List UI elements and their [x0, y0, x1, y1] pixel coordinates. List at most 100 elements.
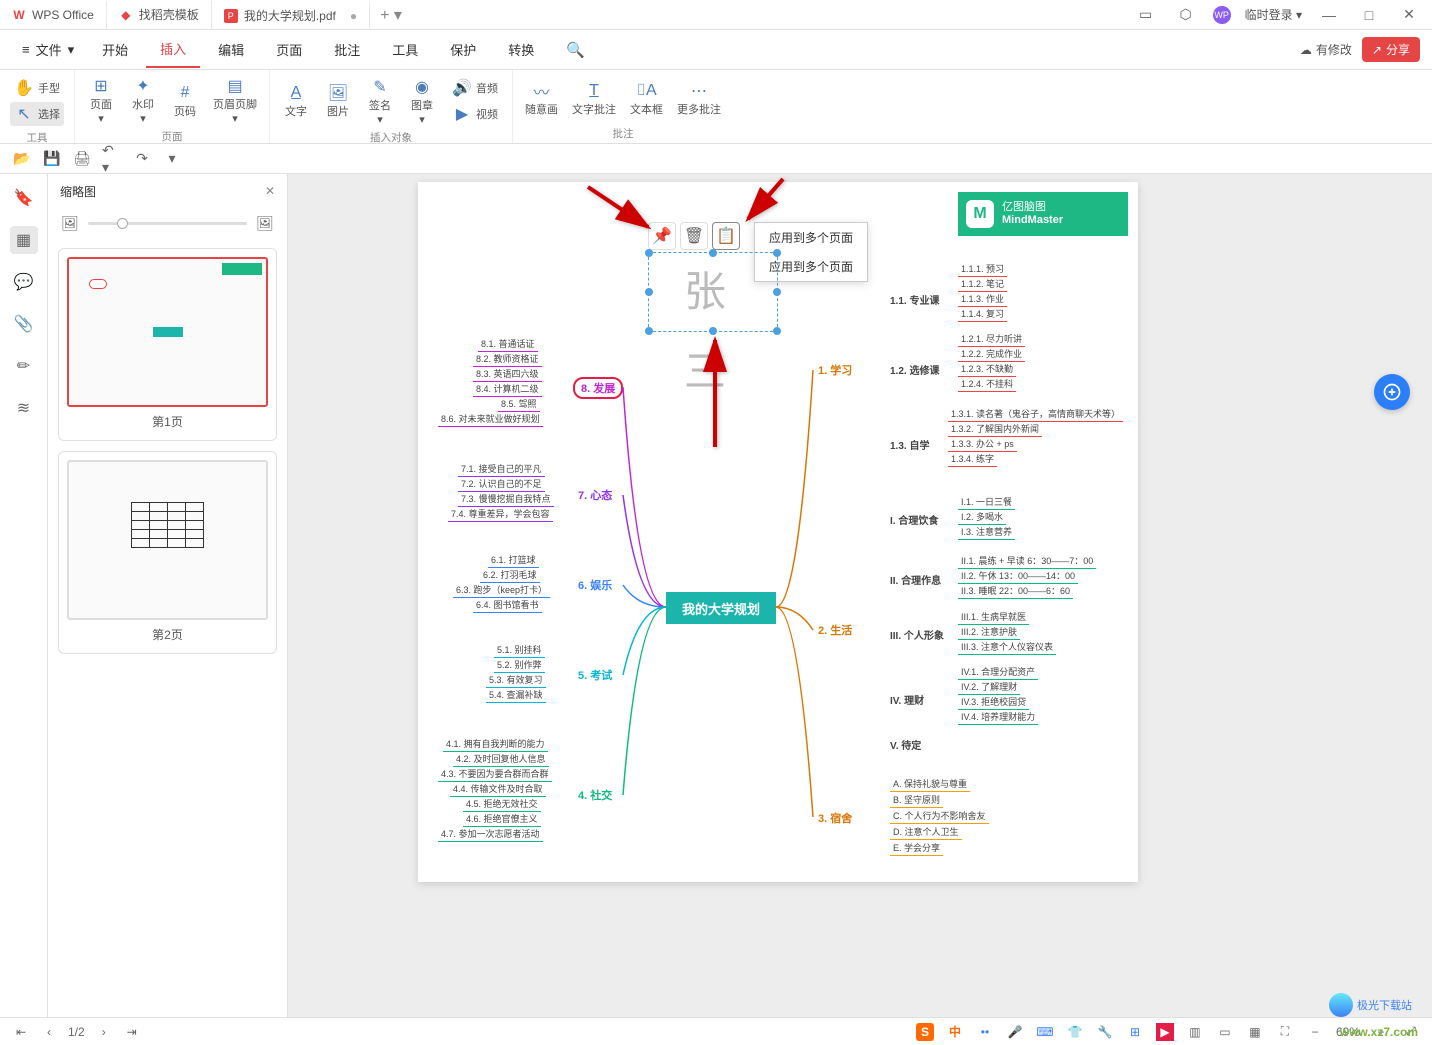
person-icon[interactable]: 👕 [1066, 1023, 1084, 1041]
text-button[interactable]: A̲文字 [276, 74, 316, 128]
tab-label: WPS Office [32, 8, 94, 22]
menu-tools[interactable]: 工具 [378, 32, 432, 67]
attachment-icon[interactable]: 📎 [10, 310, 38, 338]
redo-icon[interactable]: ↷ [132, 149, 152, 169]
signature-button[interactable]: ✎签名▾ [360, 74, 400, 128]
menu-protect[interactable]: 保护 [436, 32, 490, 67]
mic-icon[interactable]: 🎤 [1006, 1023, 1024, 1041]
group-label: 工具 [6, 128, 68, 145]
thumb-header: 缩略图 ✕ [48, 174, 287, 208]
ribbon-group-page: ⊞页面▾ ✦水印▾ #页码 ▤页眉页脚▾ 页面 [75, 70, 270, 143]
menu-insert[interactable]: 插入 [146, 31, 200, 68]
workspace: 🔖 ▦ 💬 📎 ✏ ≋ 缩略图 ✕ 🖼 🖼 第1页 [0, 174, 1432, 1017]
first-page-icon[interactable]: ⇤ [12, 1023, 30, 1041]
thumb-title: 缩略图 [60, 183, 96, 200]
login-text[interactable]: 临时登录 ▾ [1245, 6, 1302, 23]
close-icon[interactable]: ✕ [265, 184, 275, 198]
single-view-icon[interactable]: ▭ [1216, 1023, 1234, 1041]
tab-wps[interactable]: W WPS Office [0, 1, 107, 29]
stamp-button[interactable]: ◉图章▾ [402, 74, 442, 128]
leaf: I.2. 多喝水 [958, 510, 1006, 525]
sogou-icon[interactable]: S [916, 1023, 934, 1041]
textbox-button[interactable]: ⌷A文本框 [624, 74, 669, 124]
menu-convert[interactable]: 转换 [494, 32, 548, 67]
select-tool[interactable]: ↖选择 [10, 102, 64, 126]
cont-view-icon[interactable]: ▥ [1186, 1023, 1204, 1041]
layers-icon[interactable]: ≋ [10, 394, 38, 422]
fit-view-icon[interactable]: ⛶ [1276, 1023, 1294, 1041]
image-button[interactable]: 🖼图片 [318, 74, 358, 128]
menu-annotate[interactable]: 批注 [320, 32, 374, 67]
print-icon[interactable]: 🖨 [72, 149, 92, 169]
menu-page[interactable]: 页面 [262, 32, 316, 67]
grid-icon[interactable]: ⊞ [1126, 1023, 1144, 1041]
audio-button[interactable]: 🔊音频 [448, 76, 502, 100]
play-icon[interactable]: ▶ [1156, 1023, 1174, 1041]
hand-icon: ✋ [14, 78, 34, 98]
file-menu[interactable]: ≡ 文件 ▾ [12, 36, 84, 63]
has-changes[interactable]: ☁ 有修改 [1300, 41, 1352, 58]
menu-edit[interactable]: 编辑 [204, 32, 258, 67]
page-indicator[interactable]: 1/2 [68, 1025, 85, 1039]
two-view-icon[interactable]: ▦ [1246, 1023, 1264, 1041]
copy-icon[interactable]: 📋 [712, 222, 740, 250]
next-page-icon[interactable]: › [95, 1023, 113, 1041]
freedraw-button[interactable]: 〰随意画 [519, 74, 564, 124]
watermark-button[interactable]: ✦水印▾ [123, 74, 163, 127]
wps-icon: W [12, 8, 26, 22]
pagenum-button[interactable]: #页码 [165, 74, 205, 127]
signature-box[interactable]: 张 三 [648, 252, 778, 332]
thumb-page-1[interactable]: 第1页 [58, 248, 277, 441]
thumb-small-icon[interactable]: 🖼 [60, 213, 80, 233]
kbd-icon[interactable]: ⌨ [1036, 1023, 1054, 1041]
undo-icon[interactable]: ↶ ▾ [102, 149, 122, 169]
more-annot-button[interactable]: ⋯更多批注 [671, 74, 727, 124]
header-footer-button[interactable]: ▤页眉页脚▾ [207, 74, 263, 127]
canvas[interactable]: M 亿图脑图 MindMaster 📌 🗑 📋 应用到多个页面 应用到多个页面 [288, 174, 1432, 1017]
more-qbtn[interactable]: ▾ [162, 149, 182, 169]
cube-icon[interactable]: ⬡ [1173, 2, 1199, 28]
menu-start[interactable]: 开始 [88, 32, 142, 67]
avatar[interactable]: WP [1213, 6, 1231, 24]
last-page-icon[interactable]: ⇥ [123, 1023, 141, 1041]
tab-label: 找稻壳模板 [139, 6, 199, 23]
sub-rest: II. 合理作息 [890, 572, 941, 587]
close-button[interactable]: ✕ [1396, 2, 1422, 28]
thumb-zoom-slider[interactable] [88, 222, 247, 225]
leaf: 8.6. 对未来就业做好规划 [438, 412, 543, 427]
open-icon[interactable]: 📂 [12, 149, 32, 169]
tab-add-button[interactable]: + ▾ [370, 5, 412, 25]
trash-icon[interactable]: 🗑 [680, 222, 708, 250]
signature-icon: ✎ [370, 77, 390, 97]
float-action-button[interactable] [1374, 374, 1410, 410]
mindmap-center: 我的大学规划 [666, 592, 776, 624]
comment-icon[interactable]: 💬 [10, 268, 38, 296]
page-button[interactable]: ⊞页面▾ [81, 74, 121, 127]
tool-icon[interactable]: 🔧 [1096, 1023, 1114, 1041]
leaf: 8.4. 计算机二级 [473, 382, 542, 397]
search-button[interactable]: 🔍 [552, 33, 599, 67]
leaf: III.1. 生病早就医 [958, 610, 1029, 625]
thumb-zoom-controls: 🖼 🖼 [48, 208, 287, 238]
tab-document[interactable]: P 我的大学规划.pdf ● [212, 1, 370, 29]
share-button[interactable]: ↗ 分享 [1362, 37, 1420, 62]
bookmark-icon[interactable]: 🔖 [10, 184, 38, 212]
save-icon[interactable]: 💾 [42, 149, 62, 169]
cn-icon[interactable]: 中 [946, 1023, 964, 1041]
zoom-out-icon[interactable]: − [1306, 1023, 1324, 1041]
prev-page-icon[interactable]: ‹ [40, 1023, 58, 1041]
panel-icon[interactable]: ▭ [1133, 2, 1159, 28]
thumb-page-2[interactable]: 第2页 [58, 451, 277, 654]
highlight-icon[interactable]: ✏ [10, 352, 38, 380]
thumbnails-icon[interactable]: ▦ [10, 226, 38, 254]
leaf: C. 个人行为不影响舍友 [890, 809, 989, 824]
thumb-large-icon[interactable]: 🖼 [255, 213, 275, 233]
leaf: II.3. 睡眠 22：00——6：60 [958, 584, 1073, 599]
maximize-button[interactable]: □ [1356, 2, 1382, 28]
textannot-button[interactable]: T̲文字批注 [566, 74, 622, 124]
video-button[interactable]: ▶视频 [448, 102, 502, 126]
tab-templates[interactable]: ◆ 找稻壳模板 [107, 1, 212, 29]
minimize-button[interactable]: — [1316, 2, 1342, 28]
hand-tool[interactable]: ✋手型 [10, 76, 64, 100]
comma-icon[interactable]: •• [976, 1023, 994, 1041]
